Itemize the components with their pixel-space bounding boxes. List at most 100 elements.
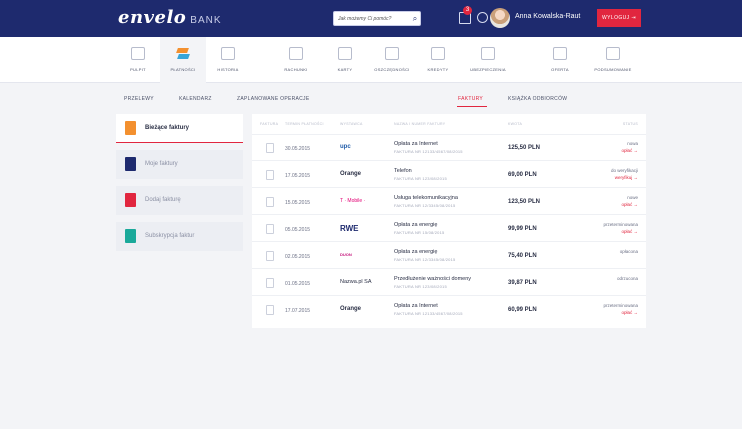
nav-label: PŁATNOŚCI (170, 67, 196, 72)
nav-item-rachunki[interactable]: RACHUNKI (276, 37, 316, 83)
nav-label: KREDYTY (427, 67, 449, 72)
pay-link[interactable]: opłać → (621, 310, 638, 315)
nav-label: RACHUNKI (284, 67, 308, 72)
globe-icon[interactable] (477, 12, 488, 23)
card-icon (338, 47, 352, 60)
logo-text: envelo (118, 7, 187, 28)
invoice-amount: 60,99 PLN (508, 307, 537, 313)
nav-label: PULPIT (130, 67, 146, 72)
pay-link[interactable]: opłać → (621, 229, 638, 234)
table-row[interactable]: 05.05.2015 RWE Opłata za energię FAKTURA… (252, 216, 646, 242)
cart-icon (553, 47, 567, 60)
column-header: KWOTA (508, 122, 523, 126)
tab-zaplanowane-operacje[interactable]: ZAPLANOWANE OPERACJE (237, 96, 310, 102)
nav-item-pulpit[interactable]: PULPIT (118, 37, 158, 83)
document-icon[interactable] (266, 143, 274, 153)
tab-faktury[interactable]: FAKTURY (458, 96, 483, 102)
document-icon[interactable] (266, 197, 274, 207)
invoice-number: FAKTURA NR 12/3345/08/2015 (394, 203, 456, 208)
monitor-icon (131, 47, 145, 60)
umbrella-icon (481, 47, 495, 60)
search-input[interactable]: Jak możemy Ci pomóc? (333, 11, 421, 26)
table-row[interactable]: 15.05.2015 T · Mobile · Usługa telekomun… (252, 189, 646, 215)
invoice-number: FAKTURA NR 12133/4567/08/2015 (394, 311, 463, 316)
nav-item-karty[interactable]: KARTY (325, 37, 365, 83)
sidebar-item-biezace-faktury[interactable]: Bieżące faktury (116, 114, 243, 143)
status-badge: do weryfikacji (610, 168, 638, 173)
document-icon[interactable] (266, 305, 274, 315)
document-icon[interactable] (266, 251, 274, 261)
sidebar-item-label: Bieżące faktury (145, 125, 190, 131)
invoice-table: FAKTURA TERMIN PŁATNOŚCI WYSTAWCA NAZWA … (252, 114, 646, 328)
document-icon[interactable] (266, 224, 274, 234)
nav-label: KARTY (337, 67, 353, 72)
status-badge: nowe (627, 195, 638, 200)
status-badge: przeterminowana (603, 303, 638, 308)
issuer-logo: Orange (340, 171, 362, 177)
issuer-logo: T · Mobile · (340, 198, 366, 204)
column-header: NAZWA I NUMER FAKTURY (394, 122, 446, 126)
nav-item-oferta[interactable]: OFERTA (540, 37, 580, 83)
sidebar-item-subskrypcja-faktur[interactable]: Subskrypcja faktur (116, 222, 243, 251)
active-tab-underline (457, 106, 487, 107)
document-icon[interactable] (266, 170, 274, 180)
invoice-title: Opłata za Internet (394, 141, 438, 147)
credit-icon (431, 47, 445, 60)
status-badge: opłacona (619, 249, 638, 254)
user-name[interactable]: Anna Kowalska-Raut (515, 13, 580, 20)
rss-icon (125, 229, 136, 243)
invoice-amount: 39,87 PLN (508, 280, 537, 286)
invoice-title: Przedłużenie ważności domeny (394, 276, 472, 282)
nav-item-kredyty[interactable]: KREDYTY (418, 37, 458, 83)
top-bar: envelo BANK Jak możemy Ci pomóc? ⌕ 3 Anna… (0, 0, 742, 37)
summary-icon (606, 47, 620, 60)
issuer-logo: Orange (340, 306, 362, 312)
invoice-number: FAKTURA NR 12/3345/08/2015 (394, 257, 456, 262)
invoice-title: Opłata za Internet (394, 303, 438, 309)
table-row[interactable]: 17.05.2015 Orange Telefon FAKTURA NR 123… (252, 162, 646, 188)
pay-link[interactable]: opłać → (621, 148, 638, 153)
nav-item-platnosci[interactable]: PŁATNOŚCI (160, 37, 206, 83)
invoice-title: Telefon (394, 168, 412, 174)
envelo-logo[interactable]: envelo BANK (118, 7, 222, 28)
table-row[interactable]: 01.05.2015 Nazwa.pl SA Przedłużenie ważn… (252, 270, 646, 296)
table-row[interactable]: 02.05.2015 DUON Opłata za energię FAKTUR… (252, 243, 646, 269)
pay-link[interactable]: opłać → (621, 202, 638, 207)
tab-ksiazka-odbiorcow[interactable]: KSIĄŻKA ODBIORCÓW (508, 96, 567, 102)
issuer-name: Nazwa.pl SA (340, 279, 372, 285)
table-row[interactable]: 30.05.2015 upc Opłata za Internet FAKTUR… (252, 135, 646, 161)
due-date: 15.05.2015 (285, 200, 311, 206)
nav-item-historia[interactable]: HISTORIA (208, 37, 248, 83)
table-row[interactable]: 17.07.2015 Orange Opłata za Internet FAK… (252, 297, 646, 323)
invoice-amount: 125,50 PLN (508, 145, 541, 151)
nav-item-oszczednosci[interactable]: OSZCZĘDNOŚCI (368, 37, 416, 83)
nav-item-podsumowanie[interactable]: PODSUMOWANIE (586, 37, 640, 83)
sidebar-item-label: Dodaj fakturę (145, 197, 181, 203)
nav-label: UBEZPIECZENIA (470, 67, 506, 72)
due-date: 02.05.2015 (285, 254, 311, 260)
status-badge: przeterminowana (603, 222, 638, 227)
logout-button[interactable]: WYLOGUJ ⇥ (597, 9, 641, 27)
savings-icon (385, 47, 399, 60)
column-header: WYSTAWCA (340, 122, 363, 126)
search-icon[interactable]: ⌕ (409, 12, 421, 25)
nav-label: OFERTA (551, 67, 569, 72)
invoice-title: Usługa telekomunikacyjna (394, 195, 458, 201)
invoice-icon (125, 157, 136, 171)
nav-label: PODSUMOWANIE (594, 67, 632, 72)
invoice-icon (125, 121, 136, 135)
nav-label: OSZCZĘDNOŚCI (374, 67, 410, 72)
avatar[interactable] (490, 8, 510, 28)
due-date: 01.05.2015 (285, 281, 311, 287)
sidebar-item-dodaj-fakture[interactable]: Dodaj fakturę (116, 186, 243, 215)
verify-link[interactable]: weryfikuj → (615, 175, 638, 180)
tab-kalendarz[interactable]: KALENDARZ (179, 96, 212, 102)
nav-item-ubezpieczenia[interactable]: UBEZPIECZENIA (464, 37, 512, 83)
document-icon[interactable] (266, 278, 274, 288)
logout-label: WYLOGUJ (602, 15, 630, 21)
invoice-amount: 75,40 PLN (508, 253, 537, 259)
sidebar-item-moje-faktury[interactable]: Moje faktury (116, 150, 243, 179)
mail-count-badge: 3 (463, 6, 472, 15)
issuer-logo: DUON (340, 252, 352, 257)
tab-przelewy[interactable]: PRZELEWY (124, 96, 154, 102)
